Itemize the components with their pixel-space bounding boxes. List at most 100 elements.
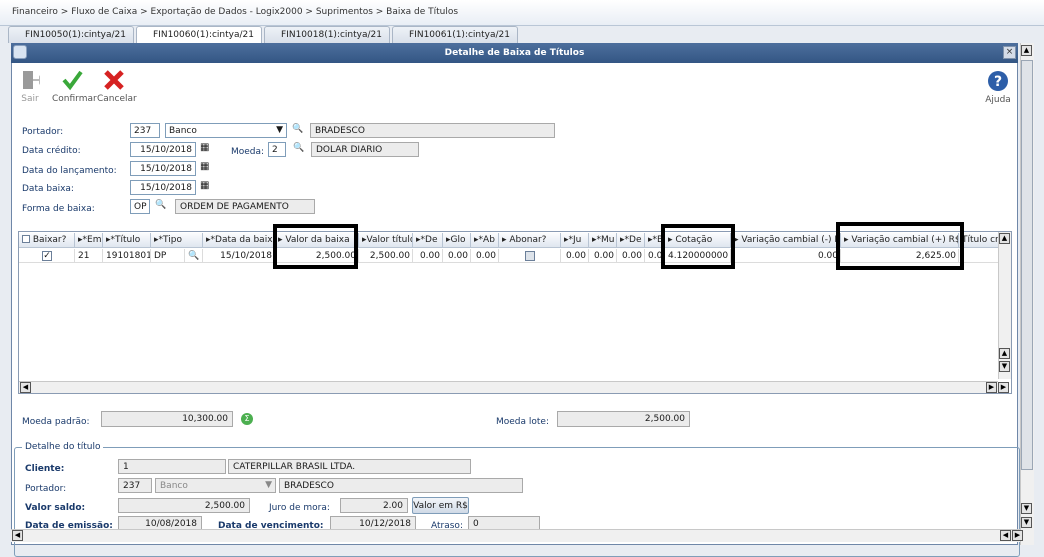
portador-detail-type-value: Banco [160, 481, 188, 491]
portador-type-value: Banco [169, 126, 197, 136]
portador-type-select[interactable]: Banco ▼ [165, 123, 287, 138]
cell-ab[interactable]: 0.00 [471, 249, 499, 263]
col-variacao-menos[interactable]: ▸ Variação cambial (-) R$ [731, 233, 841, 248]
page-scroll-right-icon[interactable]: ▶ [1012, 530, 1023, 541]
exit-button[interactable]: Sair [18, 69, 42, 104]
tab-fin10061[interactable]: FIN10061(1):cintya/21 [392, 26, 518, 43]
col-em[interactable]: ▸*Em [75, 233, 103, 248]
cell-variacao-menos[interactable]: 0.00 [731, 249, 841, 263]
grid-scroll-right2-icon[interactable]: ▶ [998, 382, 1009, 393]
grid-scroll-up-icon[interactable]: ▲ [999, 233, 1010, 244]
moeda-lote-field: 2,500.00 [557, 411, 690, 427]
portador-detail-name: BRADESCO [279, 478, 523, 493]
grid-horizontal-scrollbar[interactable] [19, 381, 998, 393]
col-ju[interactable]: ▸*Ju [561, 233, 589, 248]
data-lancamento-input[interactable]: 15/10/2018 [130, 161, 196, 176]
col-abonar[interactable]: ▸ Abonar? [499, 233, 561, 248]
forma-baixa-name-field: ORDEM DE PAGAMENTO [175, 199, 315, 214]
window-icon [13, 45, 27, 59]
abonar-checkbox[interactable] [525, 251, 535, 261]
col-de2[interactable]: ▸*De [617, 233, 645, 248]
cell-mu[interactable]: 0.00 [589, 249, 617, 263]
col-glo[interactable]: ▸Glo [443, 233, 471, 248]
cell-abonar[interactable] [499, 249, 561, 263]
grid-scroll-right-icon[interactable]: ▶ [986, 382, 997, 393]
cell-ju[interactable]: 0.00 [561, 249, 589, 263]
data-baixa-input[interactable]: 15/10/2018 [130, 180, 196, 195]
search-icon-moeda[interactable]: 🔍 [293, 143, 304, 153]
valor-em-rs-button[interactable]: Valor em R$ [412, 497, 469, 514]
portador-detail-type: Banco ▼ [155, 478, 276, 493]
calendar-icon[interactable]: ▦ [200, 142, 209, 153]
page-scroll-left-icon[interactable]: ◀ [12, 530, 23, 541]
highlight-valor-baixa [273, 224, 358, 269]
col-baixar[interactable]: Baixar? [19, 233, 75, 248]
col-tipo[interactable]: ▸*Tipo [151, 233, 203, 248]
grid-scroll-down-icon[interactable]: ▼ [999, 361, 1010, 372]
col-label: *Ab [478, 235, 495, 245]
col-titulo-cre[interactable]: Título cré [959, 233, 999, 248]
cell-titulo[interactable]: 19101801 [103, 249, 151, 263]
page-horizontal-scrollbar[interactable] [11, 529, 1020, 542]
row-checked-checkbox[interactable]: ✓ [42, 251, 52, 261]
search-icon-forma[interactable]: 🔍 [155, 200, 166, 210]
valor-saldo-label: Valor saldo: [25, 503, 86, 513]
row-checkbox-cell[interactable]: ✓ [19, 249, 75, 263]
col-mu[interactable]: ▸*Mu [589, 233, 617, 248]
col-label: Título cré [962, 235, 999, 245]
sum-icon[interactable]: Σ [241, 413, 253, 425]
scroll-down-icon-2[interactable]: ▼ [1021, 517, 1032, 528]
col-label: *Em [82, 235, 102, 245]
col-valor-titulo[interactable]: ▸Valor título [359, 233, 413, 248]
tab-fin10018[interactable]: FIN10018(1):cintya/21 [264, 26, 390, 43]
moeda-padrao-field: 10,300.00 [101, 411, 233, 427]
col-de[interactable]: ▸*De [413, 233, 443, 248]
cell-valor-titulo[interactable]: 2,500.00 [359, 249, 413, 263]
forma-baixa-code-input[interactable]: OP [130, 199, 150, 214]
cell-titulo-cre[interactable] [959, 249, 999, 263]
cell-tipo-search[interactable]: 🔍 [185, 249, 203, 263]
col-label: Variação cambial (-) R$ [741, 235, 841, 245]
scroll-up-icon[interactable]: ▲ [1021, 45, 1032, 56]
check-icon [62, 70, 83, 91]
search-icon-tipo[interactable]: 🔍 [188, 251, 199, 261]
col-titulo[interactable]: ▸*Título [103, 233, 151, 248]
tab-fin10060[interactable]: FIN10060(1):cintya/21 [136, 26, 262, 43]
tab-fin10050[interactable]: FIN10050(1):cintya/21 [8, 26, 134, 43]
help-label: Ajuda [985, 95, 1011, 105]
close-button[interactable]: × [1003, 46, 1016, 59]
cell-glo[interactable]: 0.00 [443, 249, 471, 263]
cell-tipo[interactable]: DP [151, 249, 185, 263]
highlight-cotacao [661, 224, 735, 269]
scroll-thumb[interactable] [1021, 60, 1033, 470]
cell-de2[interactable]: 0.00 [617, 249, 645, 263]
confirm-button[interactable]: Confirmar [52, 69, 97, 104]
data-credito-input[interactable]: 15/10/2018 [130, 142, 196, 157]
chevron-down-icon: ▼ [276, 125, 283, 135]
grid-scroll-up2-icon[interactable]: ▲ [999, 348, 1010, 359]
col-label: *Ju [568, 235, 582, 245]
cliente-name-field: CATERPILLAR BRASIL LTDA. [228, 459, 471, 474]
tab-bar: FIN10050(1):cintya/21 FIN10060(1):cintya… [8, 26, 520, 43]
cell-de[interactable]: 0.00 [413, 249, 443, 263]
moeda-name-field: DOLAR DIARIO [311, 142, 419, 157]
col-ab[interactable]: ▸*Ab [471, 233, 499, 248]
portador-code-input[interactable]: 237 [130, 123, 160, 138]
select-all-checkbox[interactable] [22, 235, 30, 243]
search-icon[interactable]: 🔍 [292, 124, 303, 134]
cancel-button[interactable]: Cancelar [97, 69, 137, 104]
scroll-down-icon[interactable]: ▼ [1021, 503, 1032, 514]
col-label: *Mu [596, 235, 615, 245]
calendar-icon-baixa[interactable]: ▦ [200, 180, 209, 191]
moeda-code-input[interactable]: 2 [268, 142, 286, 157]
cell-em[interactable]: 21 [75, 249, 103, 263]
portador-detail-code: 237 [118, 478, 152, 493]
door-icon [23, 71, 42, 89]
grid-scroll-left-icon[interactable]: ◀ [20, 382, 31, 393]
calendar-icon-lancamento[interactable]: ▦ [200, 161, 209, 172]
page-scroll-left2-icon[interactable]: ◀ [1000, 530, 1011, 541]
help-button[interactable]: ? Ajuda [984, 70, 1012, 105]
breadcrumb: Financeiro > Fluxo de Caixa > Exportação… [0, 0, 1044, 26]
col-data-baixa[interactable]: ▸*Data da baixa [203, 233, 275, 248]
cell-data-baixa[interactable]: 15/10/2018 [203, 249, 275, 263]
